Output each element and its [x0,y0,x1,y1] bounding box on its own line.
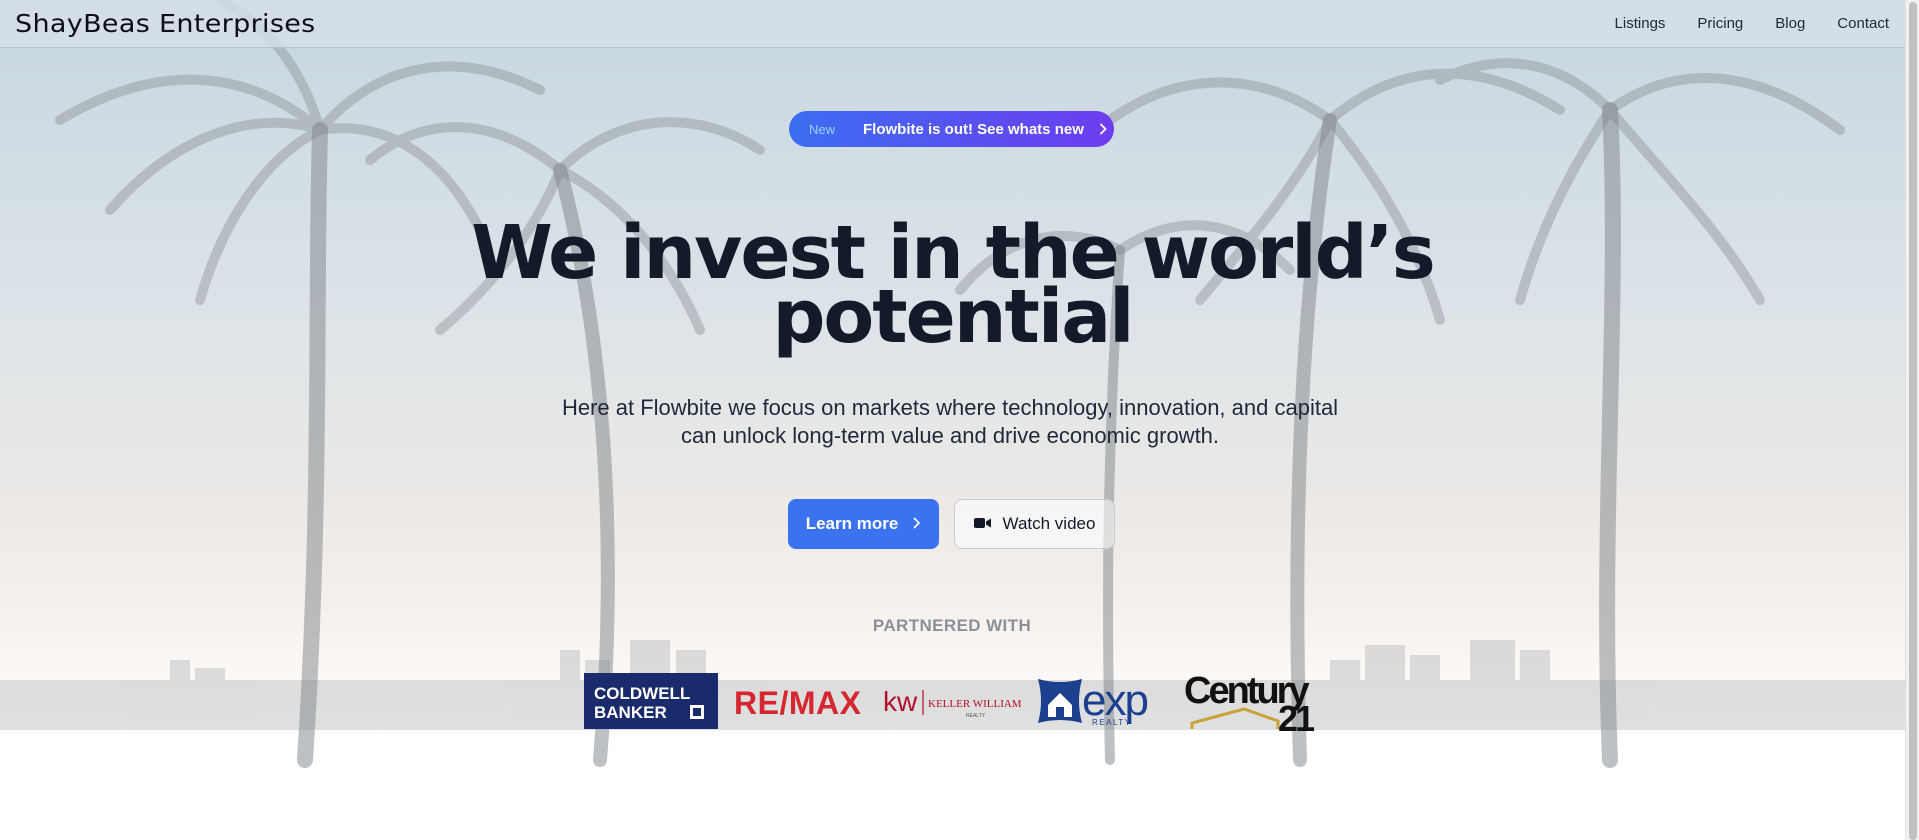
subtitle-line-2: can unlock long-term value and drive eco… [680,423,1220,448]
exp-realty-text: REALTY [1092,718,1132,727]
nav-link-listings[interactable]: Listings [1615,15,1666,32]
kw-text: kw [883,686,918,717]
remax-logo: RE/MAX [734,685,862,721]
keller-williams-logo: kw KELLER WILLIAMS REALTY [883,686,1021,719]
chevron-right-icon [1098,123,1108,135]
coldwell-text: COLDWELL [594,684,690,703]
kw-realty-text: REALTY [966,713,986,719]
nav-links: Listings Pricing Blog Contact [1615,15,1889,32]
headline-line-2: potential [772,274,1134,360]
watch-video-label: Watch video [1002,514,1096,533]
partner-logos: COLDWELL BANKER RE/MAX kw KELLER WILLIAM… [584,665,1324,733]
hero-subtitle: Here at Flowbite we focus on markets whe… [540,394,1360,450]
brand-logo[interactable]: ShayBeas Enterprises [15,9,316,38]
nav-link-blog[interactable]: Blog [1775,15,1805,32]
learn-more-button[interactable]: Learn more [788,499,939,549]
page-scrollbar[interactable] [1905,0,1919,840]
coldwell-banker-logo: COLDWELL BANKER [584,673,718,729]
banker-text: BANKER [594,703,667,722]
top-navbar: ShayBeas Enterprises Listings Pricing Bl… [0,0,1905,48]
chevron-right-icon [912,514,921,534]
scrollbar-thumb[interactable] [1909,2,1917,840]
video-camera-icon [973,514,991,534]
hero-headline: We invest in the world’s potential [360,216,1545,354]
learn-more-label: Learn more [805,514,899,533]
partnered-with-heading: PARTNERED WITH [872,616,1032,635]
subtitle-line-1: Here at Flowbite we focus on markets whe… [561,395,1339,420]
announcement-pill[interactable]: New Flowbite is out! See whats new [789,111,1114,147]
remax-text: RE/MAX [734,685,862,721]
nav-link-contact[interactable]: Contact [1837,15,1889,32]
exp-realty-logo: exp REALTY [1038,676,1149,727]
new-badge: New [809,121,836,137]
century-21-logo: Century 21 [1184,670,1318,733]
announcement-text: Flowbite is out! See whats new [863,120,1084,138]
watch-video-button[interactable]: Watch video [954,499,1115,549]
nav-link-pricing[interactable]: Pricing [1697,15,1743,32]
keller-williams-text: KELLER WILLIAMS [928,698,1021,710]
twenty-one-text: 21 [1278,698,1315,733]
